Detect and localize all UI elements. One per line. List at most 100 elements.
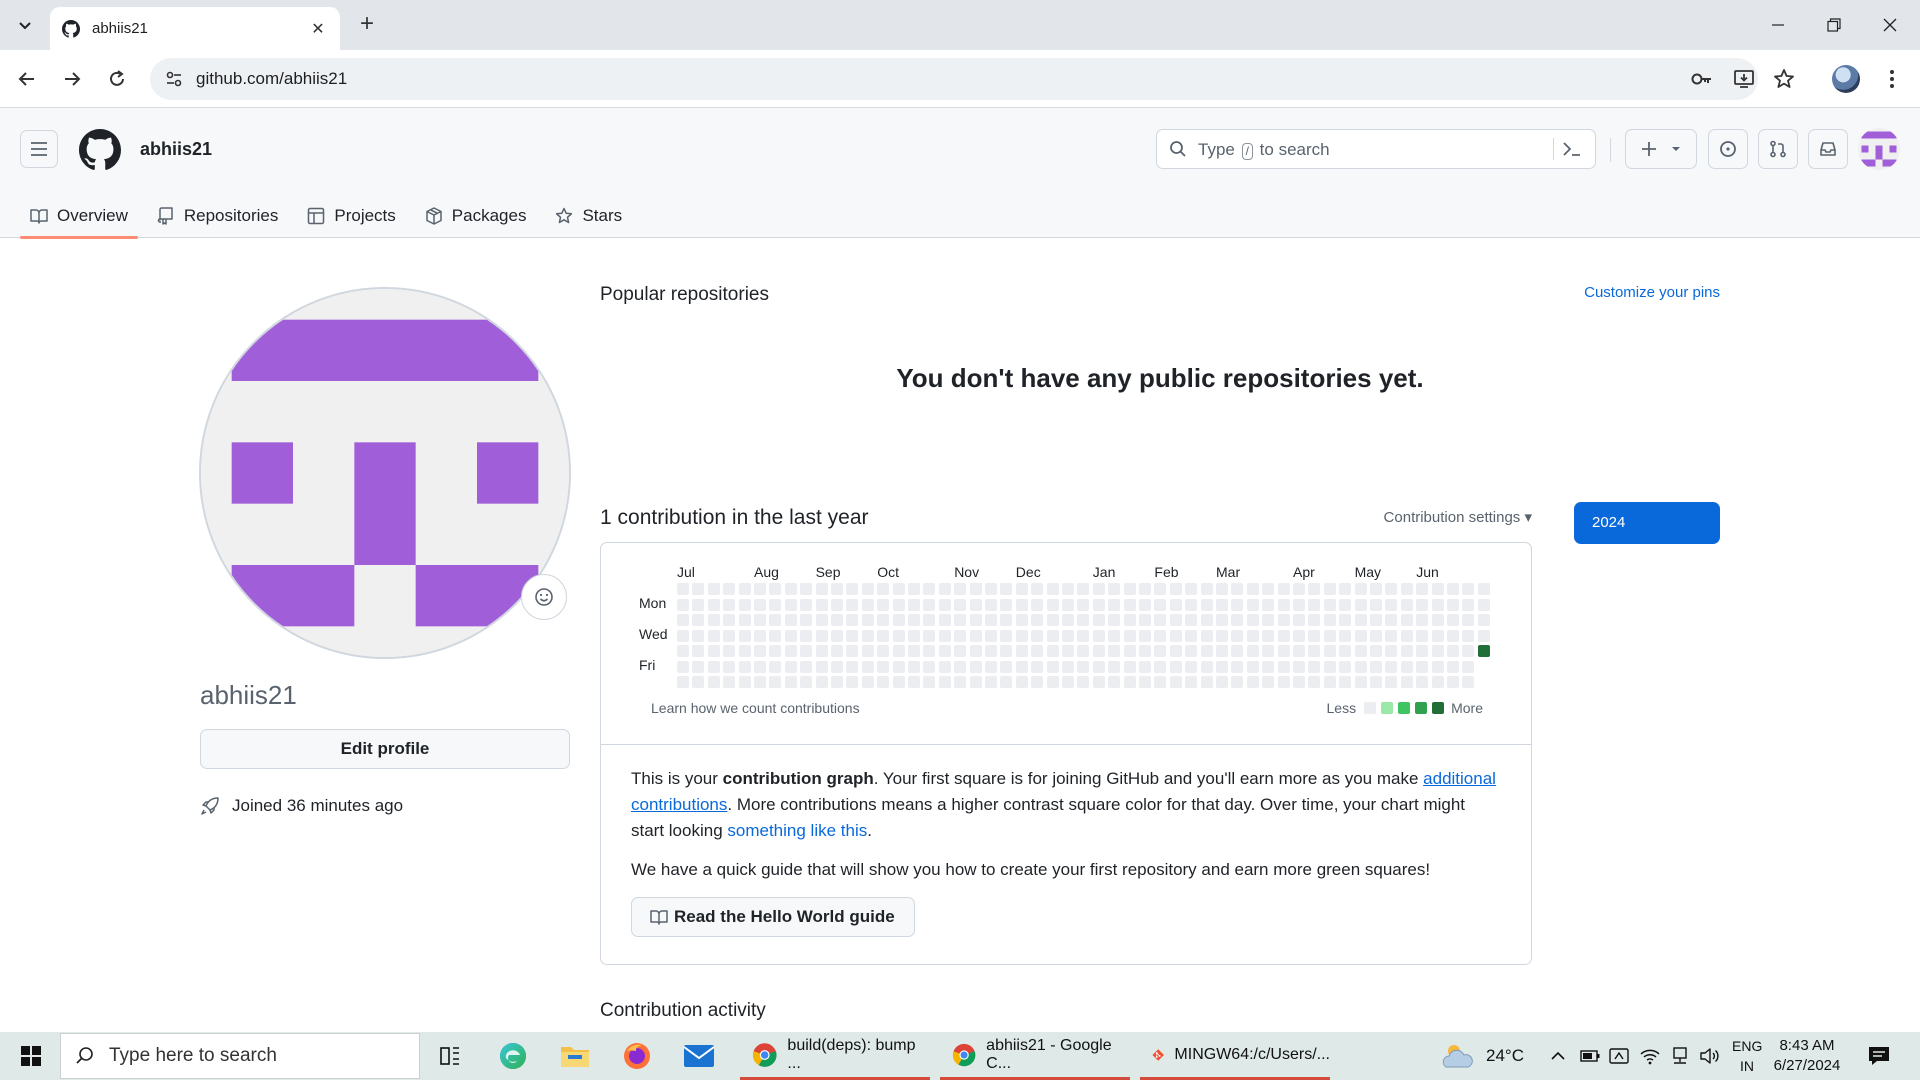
contribution-cell[interactable] [692,583,705,595]
contribution-cell[interactable] [769,645,782,657]
restore-button[interactable] [1806,0,1862,50]
contribution-cell[interactable] [985,645,997,657]
contribution-cell[interactable] [846,629,859,642]
contribution-cell[interactable] [877,645,890,657]
contribution-cell[interactable] [723,660,736,673]
contribution-cell[interactable] [1308,614,1321,626]
contribution-cell[interactable] [1262,645,1275,657]
contribution-cell[interactable] [1323,629,1336,642]
contribution-cell[interactable] [1015,676,1028,688]
contribution-cell[interactable] [1231,660,1244,673]
contribution-cell[interactable] [1185,629,1198,642]
battery-icon[interactable] [1580,1032,1600,1080]
tab-search-button[interactable] [10,10,40,40]
contribution-cell[interactable] [969,645,982,657]
contribution-cell[interactable] [1385,645,1398,657]
contribution-cell[interactable] [1169,583,1182,595]
contribution-cell[interactable] [1277,629,1290,642]
contribution-cell[interactable] [1370,629,1382,642]
contribution-cell[interactable] [1185,598,1198,611]
contribution-cell[interactable] [1400,660,1413,673]
contribution-cell[interactable] [1046,614,1059,626]
contribution-cell[interactable] [1123,660,1136,673]
contribution-cell[interactable] [831,583,843,595]
browser-profile-avatar[interactable] [1832,65,1860,93]
contribution-cell[interactable] [769,676,782,688]
contribution-cell[interactable] [1015,598,1028,611]
contribution-cell[interactable] [677,676,689,688]
contribution-cell[interactable] [985,583,997,595]
contribution-cell[interactable] [923,614,936,626]
contribution-cell[interactable] [1400,629,1413,642]
contribution-cell[interactable] [1231,676,1244,688]
contribution-cell[interactable] [954,660,967,673]
contribution-cell[interactable] [1354,660,1367,673]
contribution-cell[interactable] [1308,583,1321,595]
contribution-cell[interactable] [1123,583,1136,595]
contribution-cell[interactable] [923,598,936,611]
contribution-cell[interactable] [985,614,997,626]
contribution-cell[interactable] [1062,598,1074,611]
contribution-cell[interactable] [692,629,705,642]
contribution-cell[interactable] [908,629,920,642]
contribution-cell[interactable] [1200,676,1213,688]
contribution-settings-dropdown[interactable]: Contribution settings ▾ [1330,508,1532,526]
contribution-cell[interactable] [1385,614,1398,626]
contribution-cell[interactable] [1431,645,1444,657]
contribution-cell[interactable] [723,614,736,626]
contribution-cell[interactable] [1062,676,1074,688]
contribution-cell[interactable] [923,629,936,642]
contribution-cell[interactable] [1277,645,1290,657]
password-key-icon[interactable] [1690,69,1714,94]
contribution-cell[interactable] [692,660,705,673]
contribution-cell[interactable] [1262,598,1275,611]
contribution-cell[interactable] [985,676,997,688]
contribution-cell[interactable] [1416,598,1429,611]
contribution-cell[interactable] [1062,583,1074,595]
contribution-cell[interactable] [877,583,890,595]
file-explorer-icon[interactable] [557,1038,593,1074]
contribution-cell[interactable] [1416,629,1429,642]
contribution-cell[interactable] [1077,645,1090,657]
address-bar[interactable]: github.com/abhiis21 [150,58,1758,100]
contribution-cell[interactable] [815,645,828,657]
contribution-cell[interactable] [954,583,967,595]
contribution-cell[interactable] [800,676,813,688]
contribution-cell[interactable] [831,645,843,657]
contribution-cell[interactable] [1046,629,1059,642]
contribution-cell[interactable] [1108,645,1121,657]
contribution-cell[interactable] [861,583,874,595]
contribution-cell[interactable] [831,629,843,642]
contribution-cell[interactable] [1323,583,1336,595]
contribution-cell[interactable] [1447,660,1459,673]
contribution-cell[interactable] [892,598,905,611]
contribution-cell[interactable] [938,598,951,611]
contribution-cell[interactable] [707,645,720,657]
contribution-cell[interactable] [969,614,982,626]
contribution-cell[interactable] [892,645,905,657]
contribution-cell[interactable] [1462,660,1475,673]
taskbar-search-box[interactable]: Type here to search [60,1033,420,1079]
contribution-cell[interactable] [1431,629,1444,642]
contribution-cell[interactable] [1293,645,1305,657]
contribution-cell[interactable] [1308,676,1321,688]
contribution-cell[interactable] [938,645,951,657]
contribution-cell[interactable] [1262,676,1275,688]
contribution-cell[interactable] [1323,660,1336,673]
contribution-cell[interactable] [800,598,813,611]
contribution-cell[interactable] [738,598,751,611]
contribution-cell[interactable] [1339,629,1352,642]
contribution-cell[interactable] [1108,598,1121,611]
contribution-cell[interactable] [1339,660,1352,673]
contribution-cell[interactable] [1370,676,1382,688]
contribution-cell[interactable] [769,614,782,626]
contribution-cell[interactable] [1477,614,1490,626]
contribution-cell[interactable] [1277,676,1290,688]
mail-icon[interactable] [681,1038,717,1074]
edge-icon[interactable] [495,1038,531,1074]
contribution-cell[interactable] [1169,676,1182,688]
contribution-cell[interactable] [1462,583,1475,595]
contribution-cell[interactable] [923,676,936,688]
contribution-cell[interactable] [1046,676,1059,688]
contribution-cell[interactable] [846,598,859,611]
